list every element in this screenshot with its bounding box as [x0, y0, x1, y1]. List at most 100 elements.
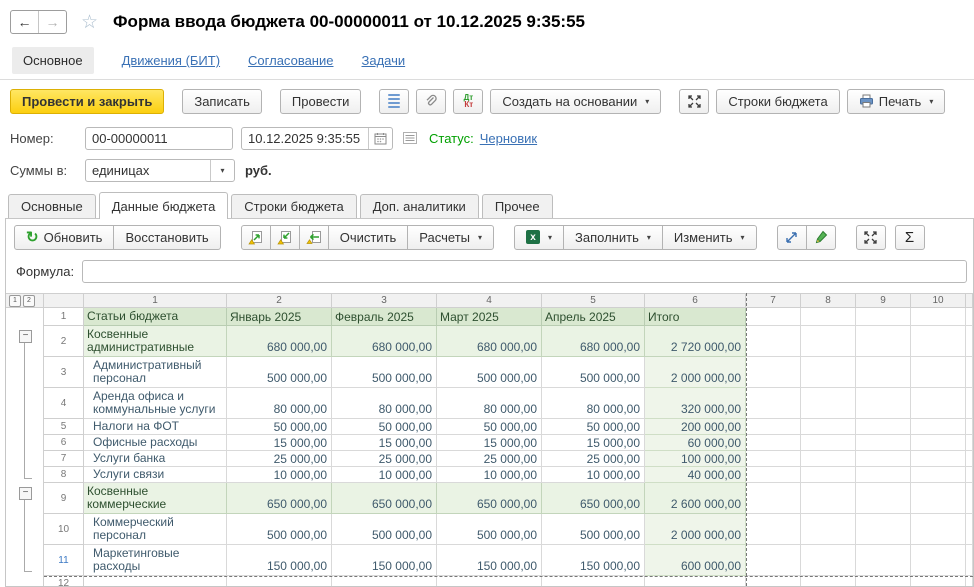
- sheet-cell-article[interactable]: Административный персонал: [84, 357, 227, 388]
- sheet-cell[interactable]: [911, 514, 966, 545]
- sheet-cell-value[interactable]: 50 000,00: [227, 419, 332, 435]
- sheet-cell-value[interactable]: 500 000,00: [437, 357, 542, 388]
- sheet-cell-value[interactable]: 680 000,00: [542, 326, 645, 357]
- tab-other[interactable]: Прочее: [482, 194, 553, 218]
- sheet-cell[interactable]: [746, 576, 801, 586]
- sheet-cell[interactable]: [746, 435, 801, 451]
- structure-report-button[interactable]: [379, 89, 409, 114]
- sheet-cell-value[interactable]: 15 000,00: [542, 435, 645, 451]
- excel-export-button[interactable]: x ▾: [514, 225, 564, 250]
- tab-budget-lines[interactable]: Строки бюджета: [231, 194, 356, 218]
- column-header[interactable]: 3: [332, 293, 437, 308]
- sheet-cell[interactable]: [911, 326, 966, 357]
- sheet-cell[interactable]: [911, 451, 966, 467]
- number-input[interactable]: [85, 127, 233, 150]
- restore-button[interactable]: Восстановить: [113, 225, 220, 250]
- nav-tab-tasks[interactable]: Задачи: [361, 53, 405, 68]
- sheet-cell-value[interactable]: 80 000,00: [542, 388, 645, 419]
- sheet-cell[interactable]: [966, 419, 973, 435]
- sheet-cell[interactable]: [966, 357, 973, 388]
- collapse-group-button[interactable]: −: [19, 487, 32, 500]
- sheet-cell[interactable]: [746, 326, 801, 357]
- sheet-cell-value[interactable]: 15 000,00: [227, 435, 332, 451]
- sheet-cell-header[interactable]: Статьи бюджета: [84, 308, 227, 326]
- sheet-cell[interactable]: [801, 326, 856, 357]
- sums-select[interactable]: единицах ▾: [85, 159, 235, 182]
- sheet-cell-article[interactable]: Косвенные административные: [84, 326, 227, 357]
- post-and-close-button[interactable]: Провести и закрыть: [10, 89, 164, 114]
- sheet-cell[interactable]: [911, 388, 966, 419]
- sheet-cell[interactable]: [966, 388, 973, 419]
- sheet-cell-value[interactable]: 650 000,00: [227, 483, 332, 514]
- sheet-cell-header[interactable]: Январь 2025: [227, 308, 332, 326]
- sheet-cell-value[interactable]: 150 000,00: [332, 545, 437, 576]
- sheet-cell[interactable]: [911, 308, 966, 326]
- fullscreen-button[interactable]: [679, 89, 709, 114]
- sheet-cell[interactable]: [746, 388, 801, 419]
- sheet-cell[interactable]: [911, 435, 966, 451]
- sheet-cell-value[interactable]: 680 000,00: [332, 326, 437, 357]
- change-button[interactable]: Изменить ▾: [662, 225, 757, 250]
- sheet-cell[interactable]: [966, 467, 973, 483]
- sheet-cell-value[interactable]: 680 000,00: [227, 326, 332, 357]
- print-button[interactable]: Печать ▾: [847, 89, 946, 114]
- sheet-cell[interactable]: [966, 435, 973, 451]
- sheet-cell-value[interactable]: 25 000,00: [542, 451, 645, 467]
- sheet-cell-total[interactable]: 200 000,00: [645, 419, 746, 435]
- sheet-cell-value[interactable]: 650 000,00: [437, 483, 542, 514]
- row-number[interactable]: 10: [44, 514, 84, 545]
- row-number[interactable]: 3: [44, 357, 84, 388]
- load-into-document-button[interactable]: [270, 225, 300, 250]
- sheet-cell-article[interactable]: Услуги связи: [84, 467, 227, 483]
- sheet-cell-value[interactable]: [437, 576, 542, 586]
- sheet-cell-value[interactable]: 25 000,00: [437, 451, 542, 467]
- edit-mode-button[interactable]: [806, 225, 836, 250]
- sheet-cell-value[interactable]: 650 000,00: [332, 483, 437, 514]
- sheet-cell-value[interactable]: 10 000,00: [227, 467, 332, 483]
- column-header[interactable]: 4: [437, 293, 542, 308]
- sheet-cell-value[interactable]: 15 000,00: [332, 435, 437, 451]
- sheet-cell-value[interactable]: 80 000,00: [437, 388, 542, 419]
- sheet-cell[interactable]: [801, 467, 856, 483]
- sheet-cell[interactable]: [856, 514, 911, 545]
- favorite-star-icon[interactable]: ☆: [81, 11, 98, 34]
- sheet-cell[interactable]: [856, 545, 911, 576]
- clear-button[interactable]: Очистить: [328, 225, 409, 250]
- sheet-cell-total[interactable]: 40 000,00: [645, 467, 746, 483]
- sheet-cell-value[interactable]: 50 000,00: [542, 419, 645, 435]
- row-number[interactable]: 7: [44, 451, 84, 467]
- sheet-cell-article[interactable]: Аренда офиса и коммунальные услуги: [84, 388, 227, 419]
- sheet-cell-value[interactable]: 150 000,00: [542, 545, 645, 576]
- outline-level-button[interactable]: 2: [23, 295, 35, 307]
- calendar-button[interactable]: [368, 128, 392, 149]
- column-header[interactable]: 2: [227, 293, 332, 308]
- sheet-cell[interactable]: [911, 576, 966, 586]
- sheet-cell-value[interactable]: 10 000,00: [437, 467, 542, 483]
- column-header[interactable]: 6: [645, 293, 746, 308]
- sheet-cell-value[interactable]: 25 000,00: [227, 451, 332, 467]
- sheet-cell-header[interactable]: Итого: [645, 308, 746, 326]
- save-button[interactable]: Записать: [182, 89, 262, 114]
- load-document-button[interactable]: [241, 225, 271, 250]
- sheet-cell-value[interactable]: 650 000,00: [542, 483, 645, 514]
- sheet-cell[interactable]: [801, 576, 856, 586]
- sheet-cell[interactable]: [801, 545, 856, 576]
- sheet-cell-value[interactable]: 500 000,00: [332, 514, 437, 545]
- sheet-cell-article[interactable]: [84, 576, 227, 586]
- back-button[interactable]: ←: [11, 11, 38, 33]
- sheet-cell-value[interactable]: [227, 576, 332, 586]
- sheet-cell[interactable]: [746, 467, 801, 483]
- dt-kt-button[interactable]: ДтКт: [453, 89, 483, 114]
- row-number[interactable]: 12: [44, 576, 84, 586]
- sheet-cell[interactable]: [746, 514, 801, 545]
- column-header[interactable]: 5: [542, 293, 645, 308]
- sheet-cell[interactable]: [856, 451, 911, 467]
- row-number[interactable]: 9: [44, 483, 84, 514]
- sheet-cell-value[interactable]: 150 000,00: [437, 545, 542, 576]
- sheet-cell[interactable]: [856, 419, 911, 435]
- subordination-button[interactable]: [403, 132, 417, 144]
- collapse-group-button[interactable]: −: [19, 330, 32, 343]
- sums-value[interactable]: единицах: [86, 160, 210, 181]
- sheet-cell-value[interactable]: 500 000,00: [227, 357, 332, 388]
- sheet-cell[interactable]: [746, 451, 801, 467]
